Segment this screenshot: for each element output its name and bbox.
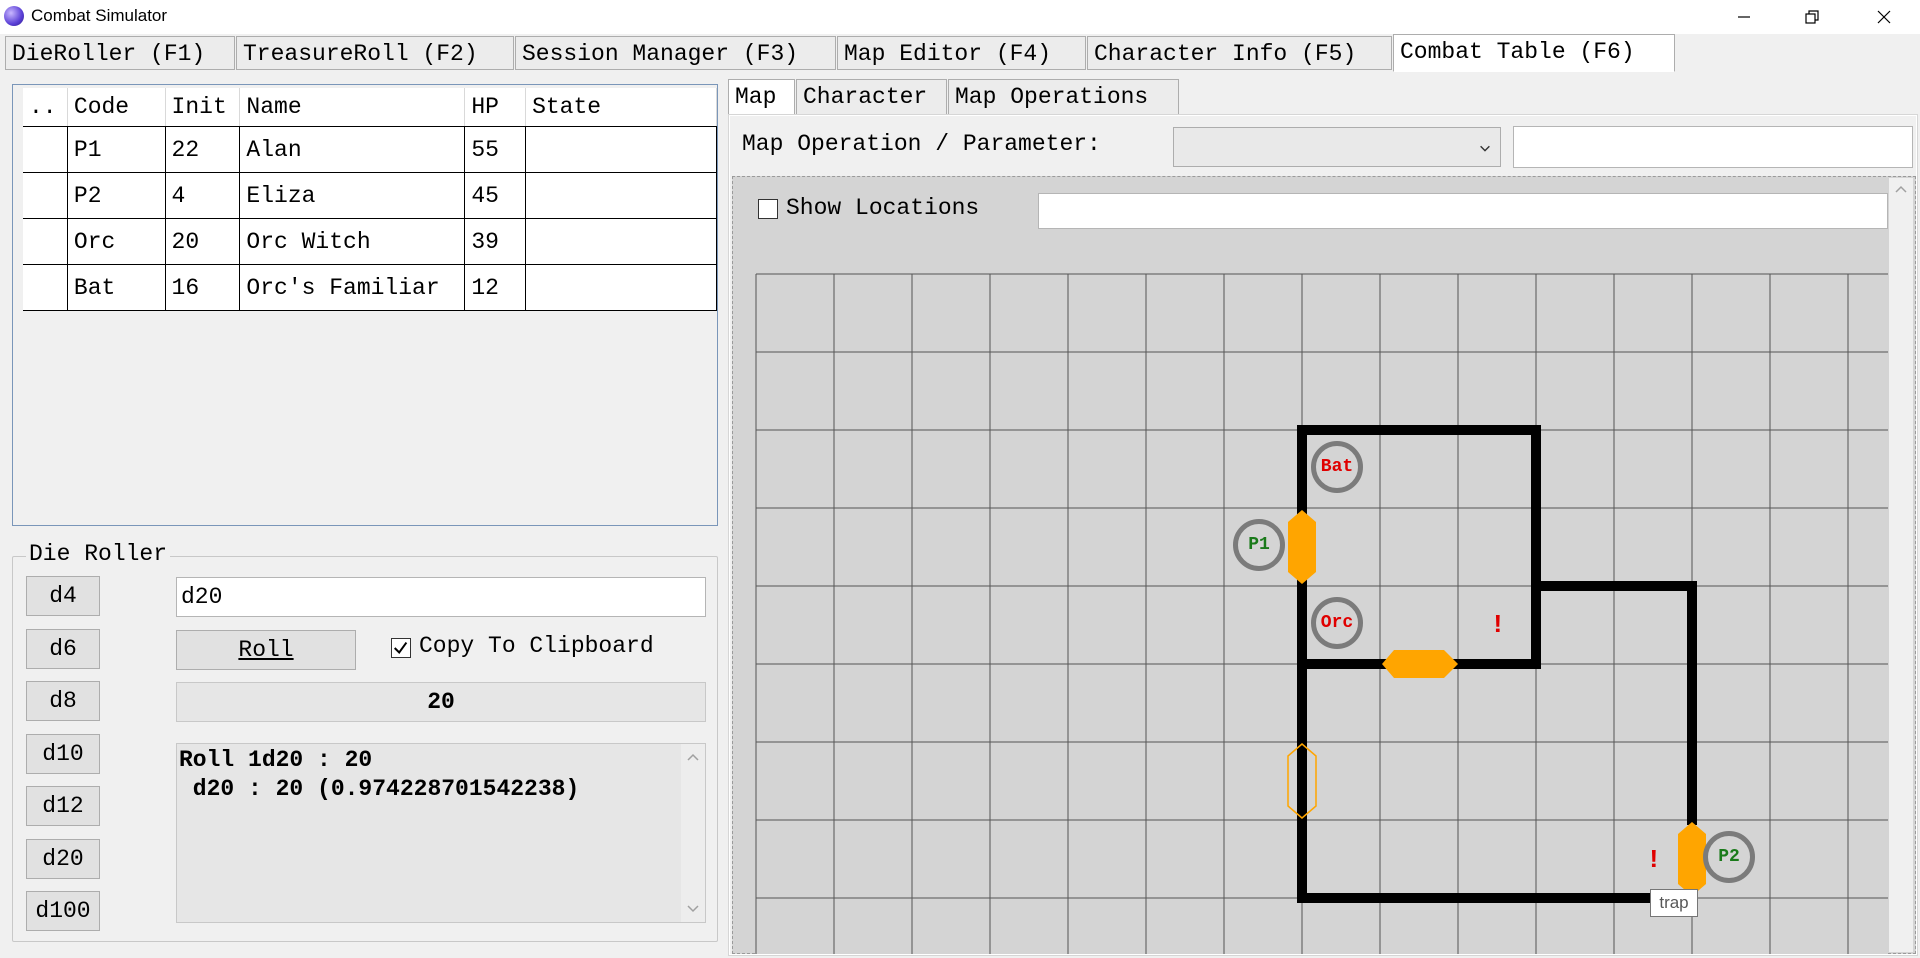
copy-to-clipboard-checkbox[interactable] <box>391 638 411 658</box>
roll-result-display: 20 <box>176 682 706 722</box>
restore-icon <box>1805 10 1819 24</box>
map-operation-select[interactable] <box>1173 127 1501 167</box>
map-operation-label: Map Operation / Parameter: <box>742 131 1101 157</box>
cell-hp[interactable]: 39 <box>464 218 527 265</box>
dice-expression-input[interactable]: d20 <box>176 577 706 617</box>
trap-marker[interactable]: ! <box>1646 845 1662 875</box>
token-orc-label: Orc <box>1320 613 1354 633</box>
cell-init[interactable]: 22 <box>164 126 241 173</box>
roll-button-label: Roll <box>238 637 294 663</box>
cell-code[interactable]: P2 <box>66 172 166 219</box>
column-header-select[interactable]: .. <box>23 88 68 127</box>
die-roller-legend: Die Roller <box>26 541 171 567</box>
d10-button[interactable]: d10 <box>26 734 100 774</box>
d12-button[interactable]: d12 <box>26 786 100 826</box>
cell-hp[interactable]: 12 <box>464 264 527 311</box>
tab-map-editor[interactable]: Map Editor (F4) <box>837 36 1086 70</box>
minimize-button[interactable] <box>1716 0 1772 34</box>
scroll-down-icon <box>687 905 699 913</box>
combat-table: .. Code Init Name HP State P1 22 Alan 55… <box>23 88 717 311</box>
checkmark-icon <box>393 642 408 655</box>
cell-state[interactable] <box>525 264 717 311</box>
window-title: Combat Simulator <box>31 6 168 25</box>
cell-init[interactable]: 16 <box>164 264 241 311</box>
cell-state[interactable] <box>525 218 717 265</box>
roll-log[interactable]: Roll 1d20 : 20 d20 : 20 (0.9742287015422… <box>176 743 706 923</box>
door-p2 <box>1678 822 1706 896</box>
cell-hp[interactable]: 55 <box>464 126 527 173</box>
tab-session-manager[interactable]: Session Manager (F3) <box>515 36 836 70</box>
token-bat[interactable]: Bat <box>1311 441 1363 493</box>
d6-button[interactable]: d6 <box>26 629 100 669</box>
cell-code[interactable]: Bat <box>66 264 166 311</box>
map-scrollbar[interactable] <box>1889 178 1913 952</box>
scroll-up-icon <box>1895 185 1907 193</box>
table-row[interactable]: Orc 20 Orc Witch 39 <box>23 218 717 265</box>
column-header-state[interactable]: State <box>525 88 717 127</box>
map-parameter-input[interactable] <box>1513 126 1913 168</box>
cell-init[interactable]: 20 <box>164 218 241 265</box>
column-header-code[interactable]: Code <box>67 88 166 127</box>
column-header-init[interactable]: Init <box>165 88 241 127</box>
d20-button[interactable]: d20 <box>26 839 100 879</box>
tab-dieroller[interactable]: DieRoller (F1) <box>5 36 235 70</box>
restore-button[interactable] <box>1784 0 1840 34</box>
combat-table-panel: .. Code Init Name HP State P1 22 Alan 55… <box>12 84 718 526</box>
cell-hp[interactable]: 45 <box>464 172 527 219</box>
cell-state[interactable] <box>525 126 717 173</box>
token-p1-label: P1 <box>1248 535 1270 555</box>
tab-treasureroll[interactable]: TreasureRoll (F2) <box>236 36 514 70</box>
token-p1[interactable]: P1 <box>1233 519 1285 571</box>
tab-character[interactable]: Character <box>796 79 947 115</box>
cell-name[interactable]: Orc's Familiar <box>239 264 466 311</box>
row-selector[interactable] <box>23 264 68 311</box>
trap-marker[interactable]: ! <box>1490 610 1506 640</box>
cell-code[interactable]: P1 <box>66 126 166 173</box>
cell-state[interactable] <box>525 172 717 219</box>
token-orc[interactable]: Orc <box>1311 597 1363 649</box>
door-orc <box>1382 650 1458 678</box>
token-p2[interactable]: P2 <box>1703 831 1755 883</box>
tab-map-operations[interactable]: Map Operations <box>948 79 1179 115</box>
roll-button[interactable]: Roll <box>176 630 356 670</box>
table-row[interactable]: P2 4 Eliza 45 <box>23 172 717 219</box>
table-header-row: .. Code Init Name HP State <box>23 88 717 127</box>
app-icon <box>4 6 24 26</box>
table-row[interactable]: Bat 16 Orc's Familiar 12 <box>23 264 717 311</box>
minimize-icon <box>1738 16 1750 18</box>
column-header-hp[interactable]: HP <box>464 88 527 127</box>
trap-tooltip: trap <box>1650 889 1698 917</box>
tab-combat-table[interactable]: Combat Table (F6) <box>1393 34 1675 72</box>
table-row[interactable]: P1 22 Alan 55 <box>23 126 717 173</box>
roll-log-line: d20 : 20 (0.974228701542238) <box>179 776 580 802</box>
copy-to-clipboard-label[interactable]: Copy To Clipboard <box>419 633 654 659</box>
token-p2-label: P2 <box>1718 847 1740 867</box>
title-bar <box>0 0 1920 34</box>
cell-name[interactable]: Eliza <box>239 172 466 219</box>
cell-init[interactable]: 4 <box>164 172 241 219</box>
row-selector[interactable] <box>23 172 68 219</box>
cell-name[interactable]: Orc Witch <box>239 218 466 265</box>
row-selector[interactable] <box>23 126 68 173</box>
chevron-down-icon <box>1480 145 1490 152</box>
cell-code[interactable]: Orc <box>66 218 166 265</box>
cell-name[interactable]: Alan <box>239 126 466 173</box>
token-bat-label: Bat <box>1320 457 1354 477</box>
row-selector[interactable] <box>23 218 68 265</box>
close-button[interactable] <box>1856 0 1912 34</box>
tab-character-info[interactable]: Character Info (F5) <box>1087 36 1392 70</box>
d4-button[interactable]: d4 <box>26 576 100 616</box>
scroll-up-icon <box>687 753 699 761</box>
roll-log-line: Roll 1d20 : 20 <box>179 747 373 773</box>
close-icon <box>1877 10 1891 24</box>
door-p1 <box>1288 510 1316 584</box>
roll-log-scrollbar[interactable] <box>681 744 705 922</box>
column-header-name[interactable]: Name <box>239 88 466 127</box>
d8-button[interactable]: d8 <box>26 681 100 721</box>
tab-map[interactable]: Map <box>728 79 795 115</box>
d100-button[interactable]: d100 <box>26 891 100 931</box>
